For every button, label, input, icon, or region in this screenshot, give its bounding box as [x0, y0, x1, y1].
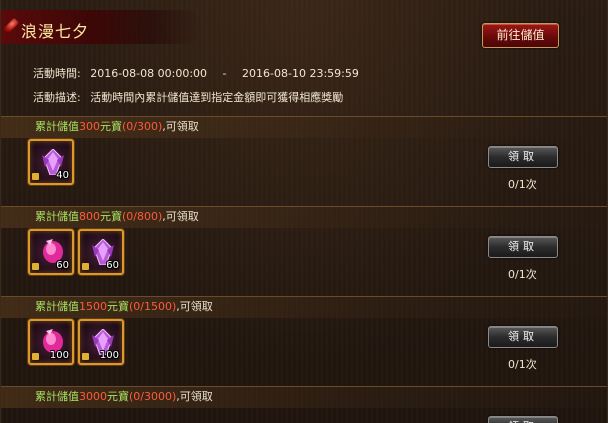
- item-quantity: 100: [99, 350, 119, 361]
- reward-item-slot[interactable]: 40: [28, 139, 74, 185]
- activity-description: 活動描述: 活動時間內累計儲值達到指定金額即可獲得相應獎勵: [33, 89, 343, 105]
- activity-desc-label: 活動描述:: [33, 91, 81, 104]
- tier-header: 累計儲值800元寶(0/800),可領取: [1, 206, 607, 228]
- goto-recharge-button[interactable]: 前往儲值: [482, 23, 559, 48]
- tier-suffix: ,可領取: [176, 300, 213, 313]
- item-quantity: 60: [106, 260, 119, 271]
- activity-time-label: 活動時間:: [33, 67, 81, 80]
- ruby-gem-icon: [2, 17, 20, 35]
- tier-header: 累計儲值1500元寶(0/1500),可領取: [1, 296, 607, 318]
- claim-count: 0/1次: [508, 268, 537, 281]
- activity-time: 活動時間: 2016-08-08 00:00:00 - 2016-08-10 2…: [33, 65, 359, 81]
- tier-amount: 1500: [79, 300, 107, 313]
- reward-tier: 累計儲值300元寶(0/300),可領取 40 領取 0/1次: [1, 116, 607, 206]
- tier-header: 累計儲值3000元寶(0/3000),可領取: [1, 386, 607, 408]
- activity-dash: -: [222, 67, 227, 80]
- activity-start: 2016-08-08 00:00:00: [90, 67, 208, 80]
- tier-header: 累計儲值300元寶(0/300),可領取: [1, 116, 607, 138]
- item-quantity: 60: [56, 260, 69, 271]
- tier-unit: 元寶: [107, 300, 129, 313]
- recharge-event-panel: 浪漫七夕 前往儲值 活動時間: 2016-08-08 00:00:00 - 20…: [0, 0, 608, 423]
- tier-progress: (0/300): [122, 120, 163, 133]
- claim-count: 0/1次: [508, 178, 537, 191]
- claim-button[interactable]: 領取: [488, 416, 558, 423]
- reward-item-slot[interactable]: 60: [78, 229, 124, 275]
- tier-suffix: ,可領取: [162, 120, 199, 133]
- tier-unit: 元寶: [100, 120, 122, 133]
- tier-amount: 800: [79, 210, 100, 223]
- claim-count: 0/1次: [508, 358, 537, 371]
- item-quantity: 40: [56, 170, 69, 181]
- tier-unit: 元寶: [100, 210, 122, 223]
- lock-icon: [32, 353, 39, 360]
- tier-progress: (0/3000): [129, 390, 177, 403]
- claim-button[interactable]: 領取: [488, 326, 558, 348]
- reward-tier: 累計儲值1500元寶(0/1500),可領取 100 100 領取 0/1次: [1, 296, 607, 386]
- activity-end: 2016-08-10 23:59:59: [242, 67, 359, 80]
- tier-prefix: 累計儲值: [35, 120, 79, 133]
- tier-prefix: 累計儲值: [35, 210, 79, 223]
- claim-button[interactable]: 領取: [488, 236, 558, 258]
- reward-item-slot[interactable]: 100: [78, 319, 124, 365]
- reward-item-slot[interactable]: 100: [28, 319, 74, 365]
- reward-tier: 累計儲值3000元寶(0/3000),可領取領取: [1, 386, 607, 423]
- activity-desc-text: 活動時間內累計儲值達到指定金額即可獲得相應獎勵: [90, 91, 344, 104]
- reward-tier: 累計儲值800元寶(0/800),可領取 60 60 領取 0/1次: [1, 206, 607, 296]
- tier-amount: 3000: [79, 390, 107, 403]
- tier-progress: (0/800): [122, 210, 163, 223]
- tier-unit: 元寶: [107, 390, 129, 403]
- lock-icon: [32, 263, 39, 270]
- lock-icon: [32, 173, 39, 180]
- reward-item-slot[interactable]: 60: [28, 229, 74, 275]
- tier-suffix: ,可領取: [176, 390, 213, 403]
- claim-button[interactable]: 領取: [488, 146, 558, 168]
- tier-prefix: 累計儲值: [35, 300, 79, 313]
- lock-icon: [82, 353, 89, 360]
- tier-progress: (0/1500): [129, 300, 177, 313]
- tier-prefix: 累計儲值: [35, 390, 79, 403]
- tier-amount: 300: [79, 120, 100, 133]
- lock-icon: [82, 263, 89, 270]
- title-bar: 浪漫七夕: [1, 10, 201, 44]
- tier-suffix: ,可領取: [162, 210, 199, 223]
- page-title: 浪漫七夕: [21, 22, 90, 41]
- item-quantity: 100: [49, 350, 69, 361]
